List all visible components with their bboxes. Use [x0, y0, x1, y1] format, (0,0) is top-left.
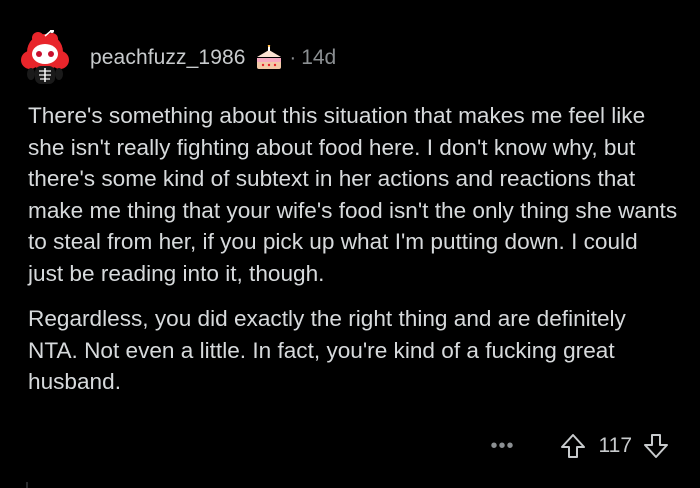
comment: peachfuzz_1986 · 14d There's something a… [0, 0, 700, 488]
vote-score: 117 [598, 434, 632, 457]
user-avatar[interactable] [12, 29, 78, 86]
comment-age: 14d [301, 46, 337, 69]
thread-line[interactable] [26, 482, 28, 488]
meta-separator: · [289, 46, 297, 69]
comment-paragraph: There's something about this situation t… [28, 103, 678, 286]
comment-paragraph: Regardless, you did exactly the right th… [28, 306, 626, 394]
downvote-arrow-icon[interactable] [642, 432, 670, 460]
cake-day-icon [254, 44, 284, 71]
more-options-icon[interactable]: ••• [491, 436, 515, 456]
username-link[interactable]: peachfuzz_1986 [90, 46, 246, 70]
upvote-arrow-icon[interactable] [559, 432, 587, 460]
comment-header: peachfuzz_1986 · 14d [12, 29, 337, 86]
comment-actions: ••• 117 [491, 426, 671, 466]
comment-body: There's something about this situation t… [28, 100, 678, 412]
